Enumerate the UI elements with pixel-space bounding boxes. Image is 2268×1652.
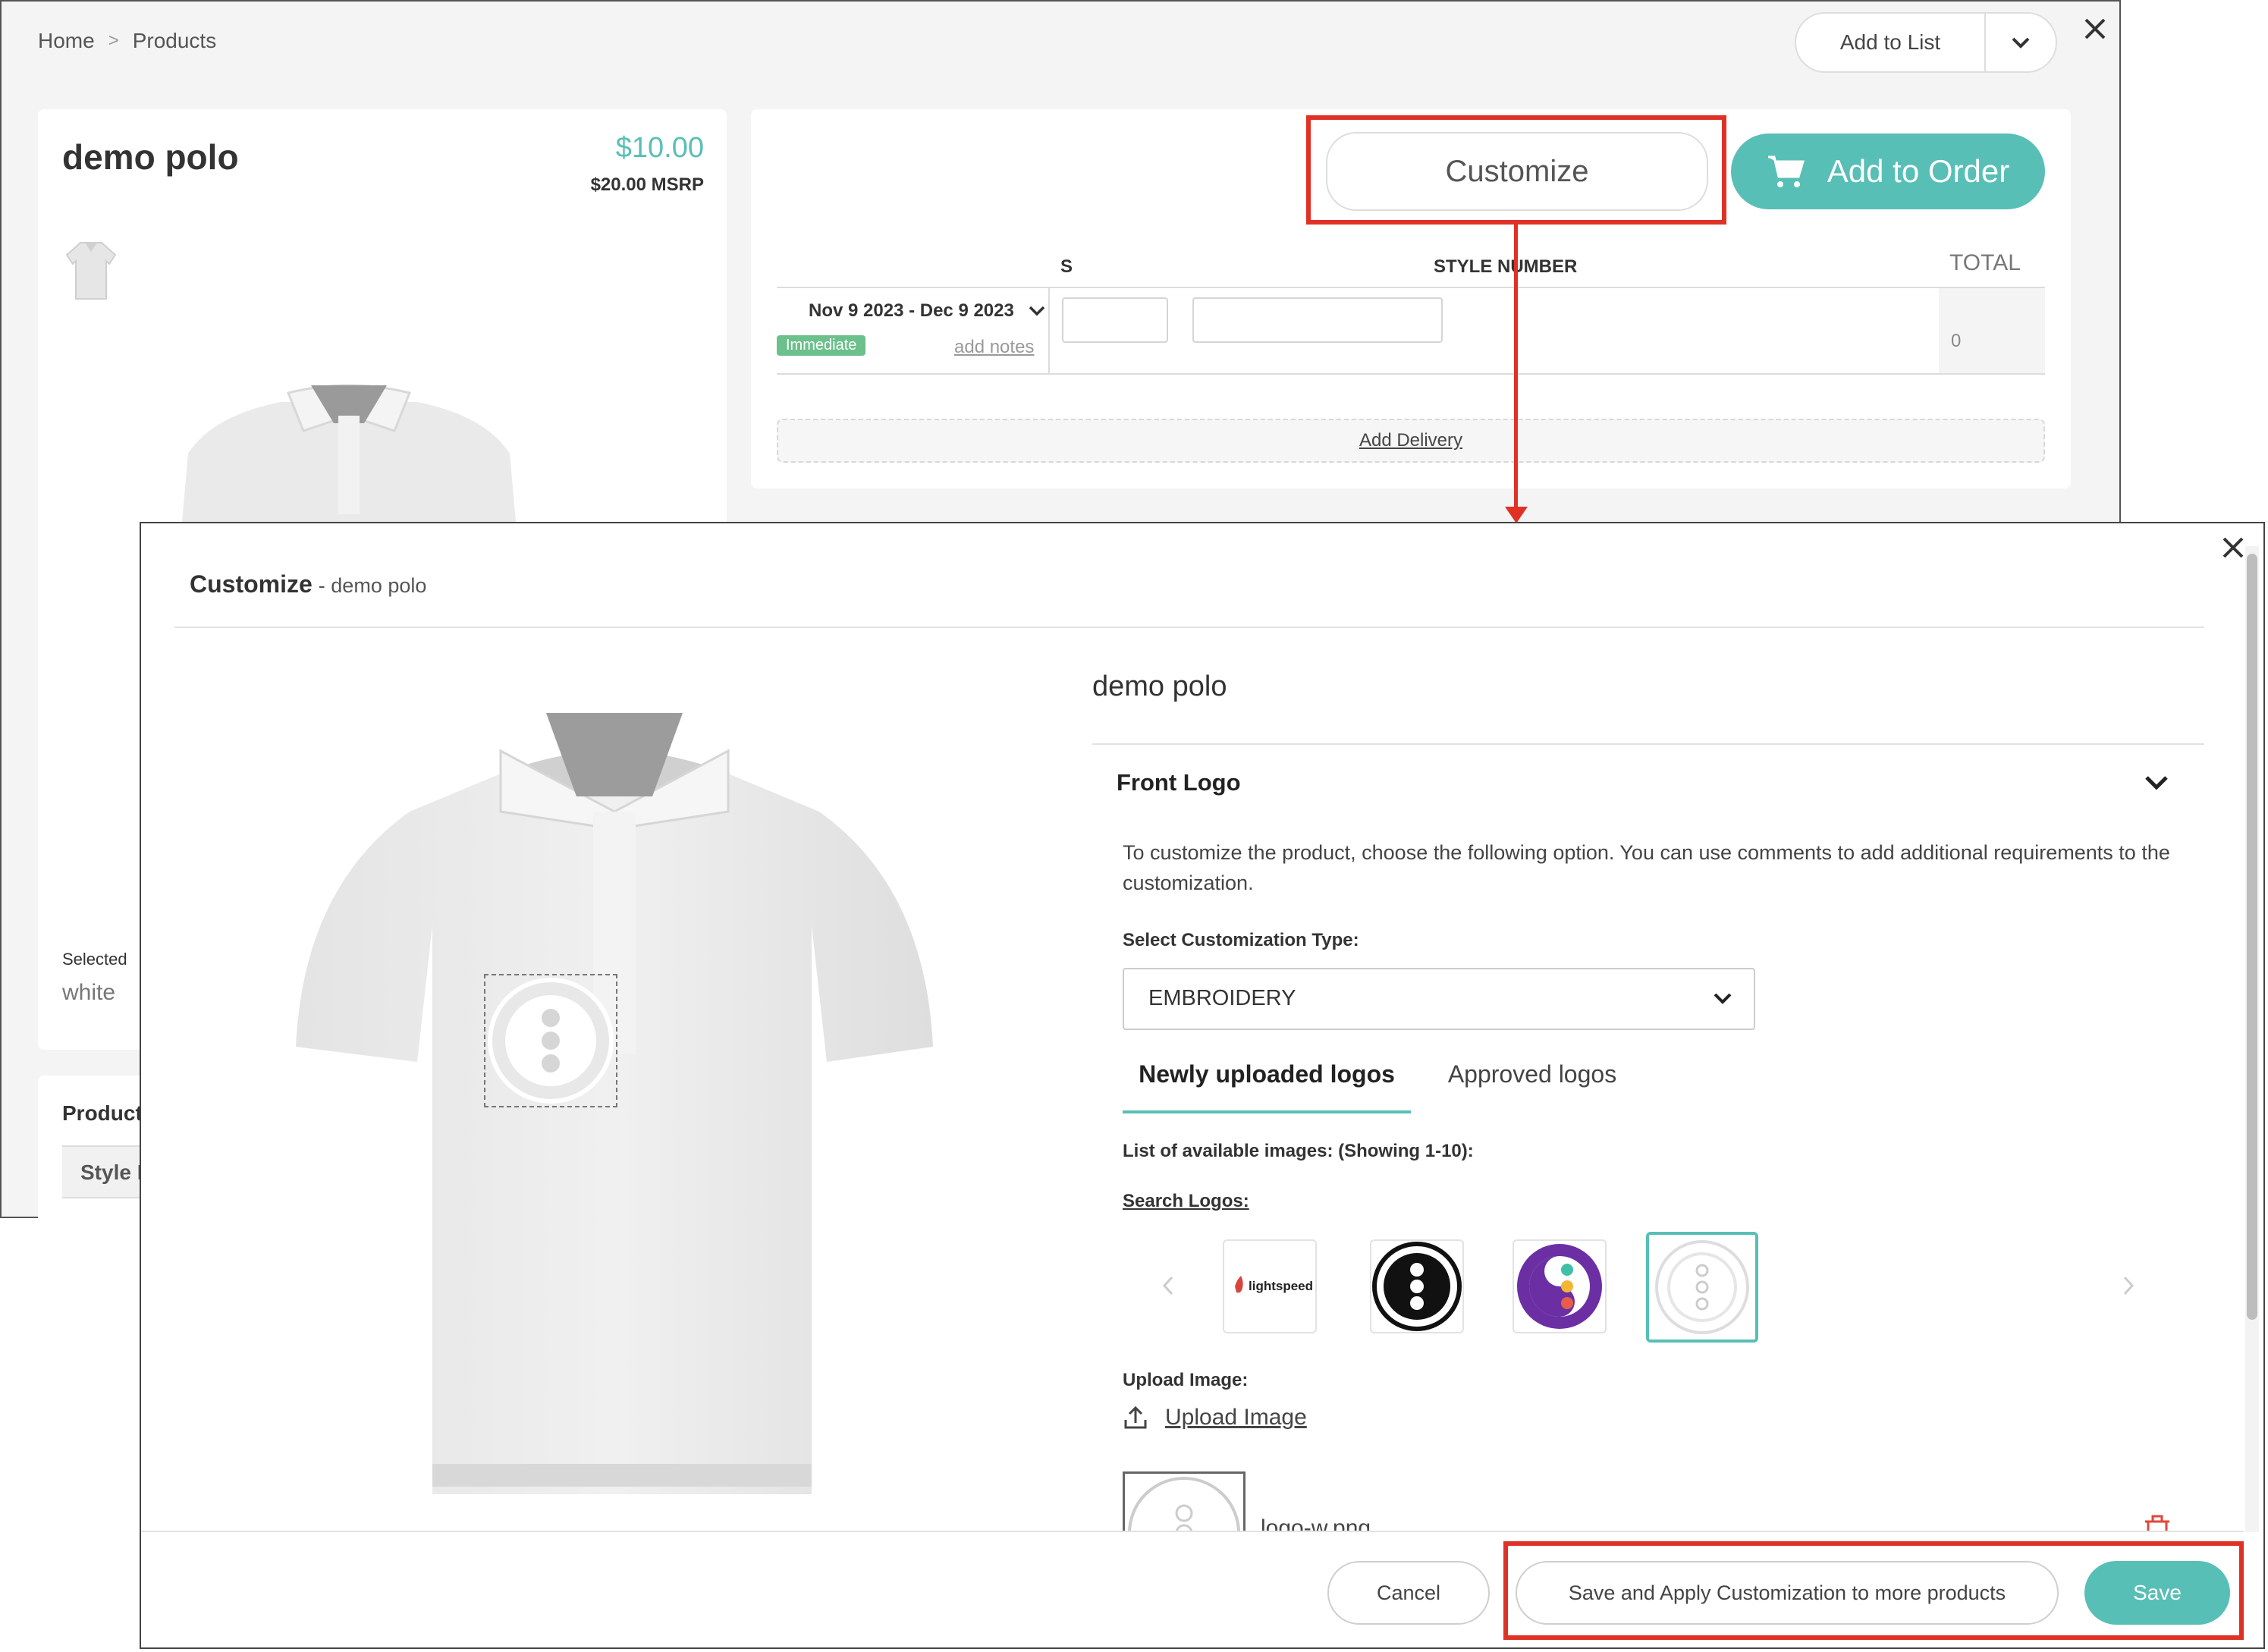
upload-image-text: Upload Image (1165, 1405, 1307, 1431)
placed-logo (485, 975, 616, 1106)
customization-type-label: Select Customization Type: (1123, 930, 1359, 951)
add-delivery-label: Add Delivery (1359, 430, 1462, 451)
date-range: Nov 9 2023 - Dec 9 2023 (809, 300, 1014, 322)
table-col-divider (1048, 288, 1050, 375)
close-modal-icon[interactable] (2219, 534, 2247, 561)
add-to-order-button[interactable]: Add to Order (1731, 133, 2045, 209)
black-circle-logo (1371, 1241, 1462, 1332)
modal-header: Customize - demo polo (190, 570, 426, 598)
tab-approved[interactable]: Approved logos (1441, 1060, 1623, 1113)
add-to-list-button[interactable]: Add to List (1796, 14, 1984, 71)
add-to-list-dropdown[interactable] (1986, 14, 2056, 71)
chevron-down-icon (2144, 774, 2169, 792)
logo-thumb-white-circle-selected[interactable] (1646, 1232, 1758, 1343)
chevron-down-icon (1028, 304, 1046, 318)
add-to-order-label: Add to Order (1827, 153, 2009, 190)
breadcrumb-separator: > (108, 30, 119, 52)
carousel-prev-icon[interactable] (1161, 1274, 1176, 1301)
chevron-down-icon (2011, 36, 2031, 49)
add-delivery-button[interactable]: Add Delivery (777, 419, 2045, 463)
product-divider (1092, 743, 2204, 745)
uploaded-file-row: logo-w.png (1123, 1471, 2207, 1531)
customization-type-value: EMBROIDERY (1148, 986, 1296, 1011)
logo-thumb-black-circle[interactable] (1370, 1239, 1464, 1333)
carousel-next-icon[interactable] (2121, 1274, 2136, 1301)
product-name: demo polo (62, 137, 239, 177)
table-header-line (777, 287, 2045, 288)
tab-newly-uploaded[interactable]: Newly uploaded logos (1123, 1060, 1411, 1113)
modal-product-name: demo polo (1092, 671, 1227, 703)
trash-icon[interactable] (2142, 1514, 2172, 1531)
upload-image-label: Upload Image: (1123, 1370, 1248, 1391)
cancel-button[interactable]: Cancel (1327, 1561, 1490, 1625)
customize-highlight (1306, 115, 1726, 225)
logo-placement-box[interactable] (484, 974, 617, 1107)
modal-footer-divider (141, 1531, 2244, 1532)
modal-title: Customize (190, 570, 313, 598)
size-s-quantity-input[interactable] (1062, 297, 1168, 343)
footer-actions-highlight (1503, 1541, 2244, 1640)
style-number-input[interactable] (1192, 297, 1443, 343)
modal-scrollbar-thumb[interactable] (2247, 554, 2257, 1320)
logo-thumb-purple-circle[interactable] (1513, 1239, 1607, 1333)
cart-icon (1767, 154, 1805, 189)
modal-header-divider (174, 627, 2204, 628)
selected-color-label: Selected (62, 950, 127, 969)
breadcrumb-home[interactable]: Home (38, 29, 95, 53)
table-row-line (777, 373, 2045, 375)
product-msrp: $20.00 MSRP (531, 174, 704, 196)
modal-subtitle: - demo polo (319, 574, 427, 598)
product-price: $10.00 (546, 132, 704, 165)
size-column-header: S (1060, 256, 1073, 278)
white-circle-logo (1649, 1235, 1755, 1340)
available-images-label: List of available images: (Showing 1-10)… (1123, 1141, 1474, 1162)
purple-circle-logo (1514, 1241, 1605, 1332)
logo-thumb-lightspeed[interactable]: lightspeed (1223, 1239, 1317, 1333)
product-info-title: Product (62, 1101, 143, 1126)
chevron-down-icon (1713, 992, 1732, 1006)
uploaded-file-name: logo-w.png (1261, 1515, 1371, 1531)
lightspeed-logo-text: lightspeed (1249, 1279, 1313, 1294)
add-notes-link[interactable]: add notes (954, 337, 1034, 358)
upload-image-link[interactable]: Upload Image (1123, 1405, 1307, 1431)
total-value: 0 (1951, 331, 1961, 352)
uploaded-file-thumb (1123, 1471, 1246, 1531)
style-number-column-header: STYLE NUMBER (1434, 256, 1577, 278)
tab-newly-uploaded-label: Newly uploaded logos (1139, 1060, 1395, 1110)
date-range-selector[interactable]: Nov 9 2023 - Dec 9 2023 (809, 300, 1046, 322)
front-logo-title[interactable]: Front Logo (1117, 769, 1241, 796)
product-main-image (167, 370, 531, 522)
close-page-icon[interactable] (2080, 14, 2110, 44)
breadcrumb: Home > Products (38, 29, 216, 53)
product-thumbnail[interactable] (64, 238, 118, 303)
customization-description: To customize the product, choose the fol… (1123, 837, 2185, 898)
selected-color-value: white (62, 980, 115, 1006)
breadcrumb-products[interactable]: Products (133, 29, 217, 53)
upload-icon (1123, 1405, 1148, 1431)
total-column-header: TOTAL (1949, 250, 2021, 276)
customization-type-select[interactable]: EMBROIDERY (1123, 968, 1755, 1030)
add-to-list-group: Add to List (1795, 12, 2057, 73)
immediate-badge: Immediate (777, 335, 865, 356)
search-logos-link[interactable]: Search Logos: (1123, 1191, 1249, 1212)
tab-approved-label: Approved logos (1448, 1060, 1616, 1113)
front-logo-collapse[interactable] (2144, 774, 2169, 796)
highlight-arrow-line (1514, 223, 1518, 511)
